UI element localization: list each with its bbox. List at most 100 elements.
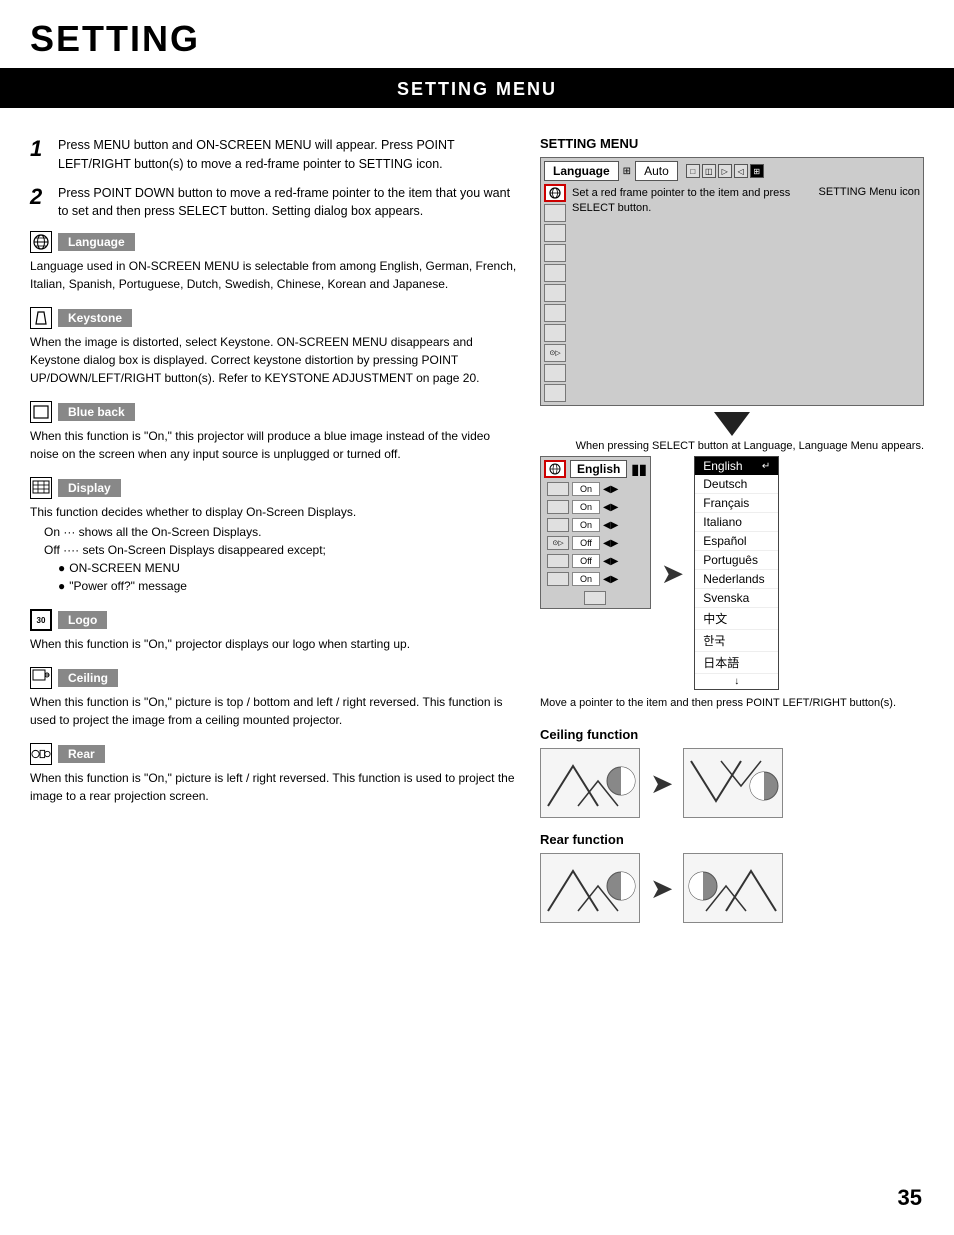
row-3-label: On: [572, 518, 600, 532]
ceiling-after-diagram: [683, 748, 783, 818]
rear-after-diagram: [683, 853, 783, 923]
lang-menu-english-selected: English ↵: [695, 457, 778, 475]
rear-label: Rear function: [540, 832, 924, 847]
side-icon-11: [544, 384, 566, 402]
display-desc: This function decides whether to display…: [30, 503, 520, 521]
side-icon-selected: [544, 184, 566, 202]
step-1-number: 1: [30, 136, 50, 162]
side-icon-8: [544, 324, 566, 342]
keystone-badge: Keystone: [58, 309, 132, 327]
ceiling-badge: Ceiling: [58, 669, 118, 687]
screen-row-6: On ◀▶: [544, 571, 647, 587]
lang-menu-francais: Français: [695, 494, 778, 513]
side-icon-3: [544, 224, 566, 242]
feature-ceiling-label-row: Ceiling: [30, 667, 520, 689]
step-2-text: Press POINT DOWN button to move a red-fr…: [58, 184, 520, 222]
side-icon-6: [544, 284, 566, 302]
screen-row-2: On ◀▶: [544, 499, 647, 515]
feature-rear: Rear When this function is "On," picture…: [30, 743, 520, 805]
lang-menu-svenska: Svenska: [695, 589, 778, 608]
step-2: 2 Press POINT DOWN button to move a red-…: [30, 184, 520, 222]
feature-blue-back-label-row: Blue back: [30, 401, 520, 423]
display-sub-on: On ··· shows all the On-Screen Displays.: [44, 523, 520, 541]
left-column: 1 Press MENU button and ON-SCREEN MENU w…: [30, 122, 520, 937]
keystone-icon: [30, 307, 52, 329]
screen-row-6-icon: [547, 572, 569, 586]
screen-row-4-icon: ⊙▷: [547, 536, 569, 550]
right-arrow-thick: ▮▮: [631, 461, 646, 478]
lang-menu-nederlands: Nederlands: [695, 570, 778, 589]
side-icon-9: ⊙▷: [544, 344, 566, 362]
display-icon: [30, 477, 52, 499]
rear-desc: When this function is "On," picture is l…: [30, 769, 520, 805]
menu-icon-3: ▷: [718, 164, 732, 178]
screen-bottom-icon: [584, 591, 606, 605]
step-2-number: 2: [30, 184, 50, 210]
language-badge: Language: [58, 233, 135, 251]
screen-row-1-icon: [547, 482, 569, 496]
screen-globe-icon: [544, 460, 566, 478]
lang-menu-chinese: 中文: [695, 608, 778, 630]
logo-desc: When this function is "On," projector di…: [30, 635, 520, 653]
screen-row-2-icon: [547, 500, 569, 514]
feature-language: Language Language used in ON-SCREEN MENU…: [30, 231, 520, 293]
step-1-text: Press MENU button and ON-SCREEN MENU wil…: [58, 136, 520, 174]
section-title: SETTING MENU: [0, 71, 954, 108]
ceiling-before-diagram: [540, 748, 640, 818]
ceiling-label: Ceiling function: [540, 727, 924, 742]
logo-badge: Logo: [58, 611, 107, 629]
down-arrow: [714, 412, 750, 436]
side-icon-7: [544, 304, 566, 322]
feature-display: Display This function decides whether to…: [30, 477, 520, 595]
rear-arrow: ➤: [650, 872, 673, 905]
display-bullet-1: ● ON-SCREEN MENU: [58, 559, 520, 577]
rear-before-diagram: [540, 853, 640, 923]
rear-diagrams: ➤: [540, 853, 924, 923]
ceiling-icon: [30, 667, 52, 689]
ceiling-desc: When this function is "On," picture is t…: [30, 693, 520, 729]
side-icon-10: [544, 364, 566, 382]
lang-menu-japanese: 日本語: [695, 652, 778, 674]
annotation-2: Move a pointer to the item and then pres…: [540, 696, 924, 711]
feature-keystone-label-row: Keystone: [30, 307, 520, 329]
annotation-1: When pressing SELECT button at Language,…: [540, 440, 924, 452]
menu-separator-icon: ⊞: [623, 166, 631, 177]
english-tab: English: [570, 460, 627, 478]
row-3-arrow: ◀▶: [603, 520, 618, 531]
horizontal-arrow: ➤: [661, 557, 684, 590]
display-bullet-2: ● "Power off?" message: [58, 577, 520, 595]
screen-panel: English ▮▮ On ◀▶ On ◀▶: [540, 456, 651, 609]
screen-row-5: Off ◀▶: [544, 553, 647, 569]
right-column: SETTING MENU Language ⊞ Auto □ ◫ ▷ ◁ ⊞: [540, 122, 924, 937]
row-1-arrow: ◀▶: [603, 484, 618, 495]
rear-icon: [30, 743, 52, 765]
page-number: 35: [898, 1185, 922, 1211]
step-1: 1 Press MENU button and ON-SCREEN MENU w…: [30, 136, 520, 174]
feature-blue-back: Blue back When this function is "On," th…: [30, 401, 520, 463]
lang-menu-portugues: Português: [695, 551, 778, 570]
display-badge: Display: [58, 479, 121, 497]
side-icon-2: [544, 204, 566, 222]
blue-back-desc: When this function is "On," this project…: [30, 427, 520, 463]
feature-language-label-row: Language: [30, 231, 520, 253]
setting-menu-icon-label: SETTING Menu icon: [819, 184, 920, 198]
callout-block: Set a red frame pointer to the item and …: [572, 184, 813, 217]
feature-keystone: Keystone When the image is distorted, se…: [30, 307, 520, 387]
menu-icon-5: ⊞: [750, 164, 764, 178]
row-2-arrow: ◀▶: [603, 502, 618, 513]
lang-menu-scroll: ↓: [695, 674, 778, 689]
feature-display-label-row: Display: [30, 477, 520, 499]
lang-menu-deutsch: Deutsch: [695, 475, 778, 494]
screen-row-5-icon: [547, 554, 569, 568]
row-5-arrow: ◀▶: [603, 556, 618, 567]
screen-row-3-icon: [547, 518, 569, 532]
blue-back-badge: Blue back: [58, 403, 135, 421]
menu-auto-tab: Auto: [635, 161, 678, 181]
menu-lang-tab: Language: [544, 161, 619, 181]
callout-text: Set a red frame pointer to the item and …: [572, 186, 813, 217]
row-1-label: On: [572, 482, 600, 496]
ceiling-section: Ceiling function ➤: [540, 727, 924, 923]
main-content: 1 Press MENU button and ON-SCREEN MENU w…: [0, 122, 954, 937]
ceiling-arrow: ➤: [650, 767, 673, 800]
row-6-label: On: [572, 572, 600, 586]
